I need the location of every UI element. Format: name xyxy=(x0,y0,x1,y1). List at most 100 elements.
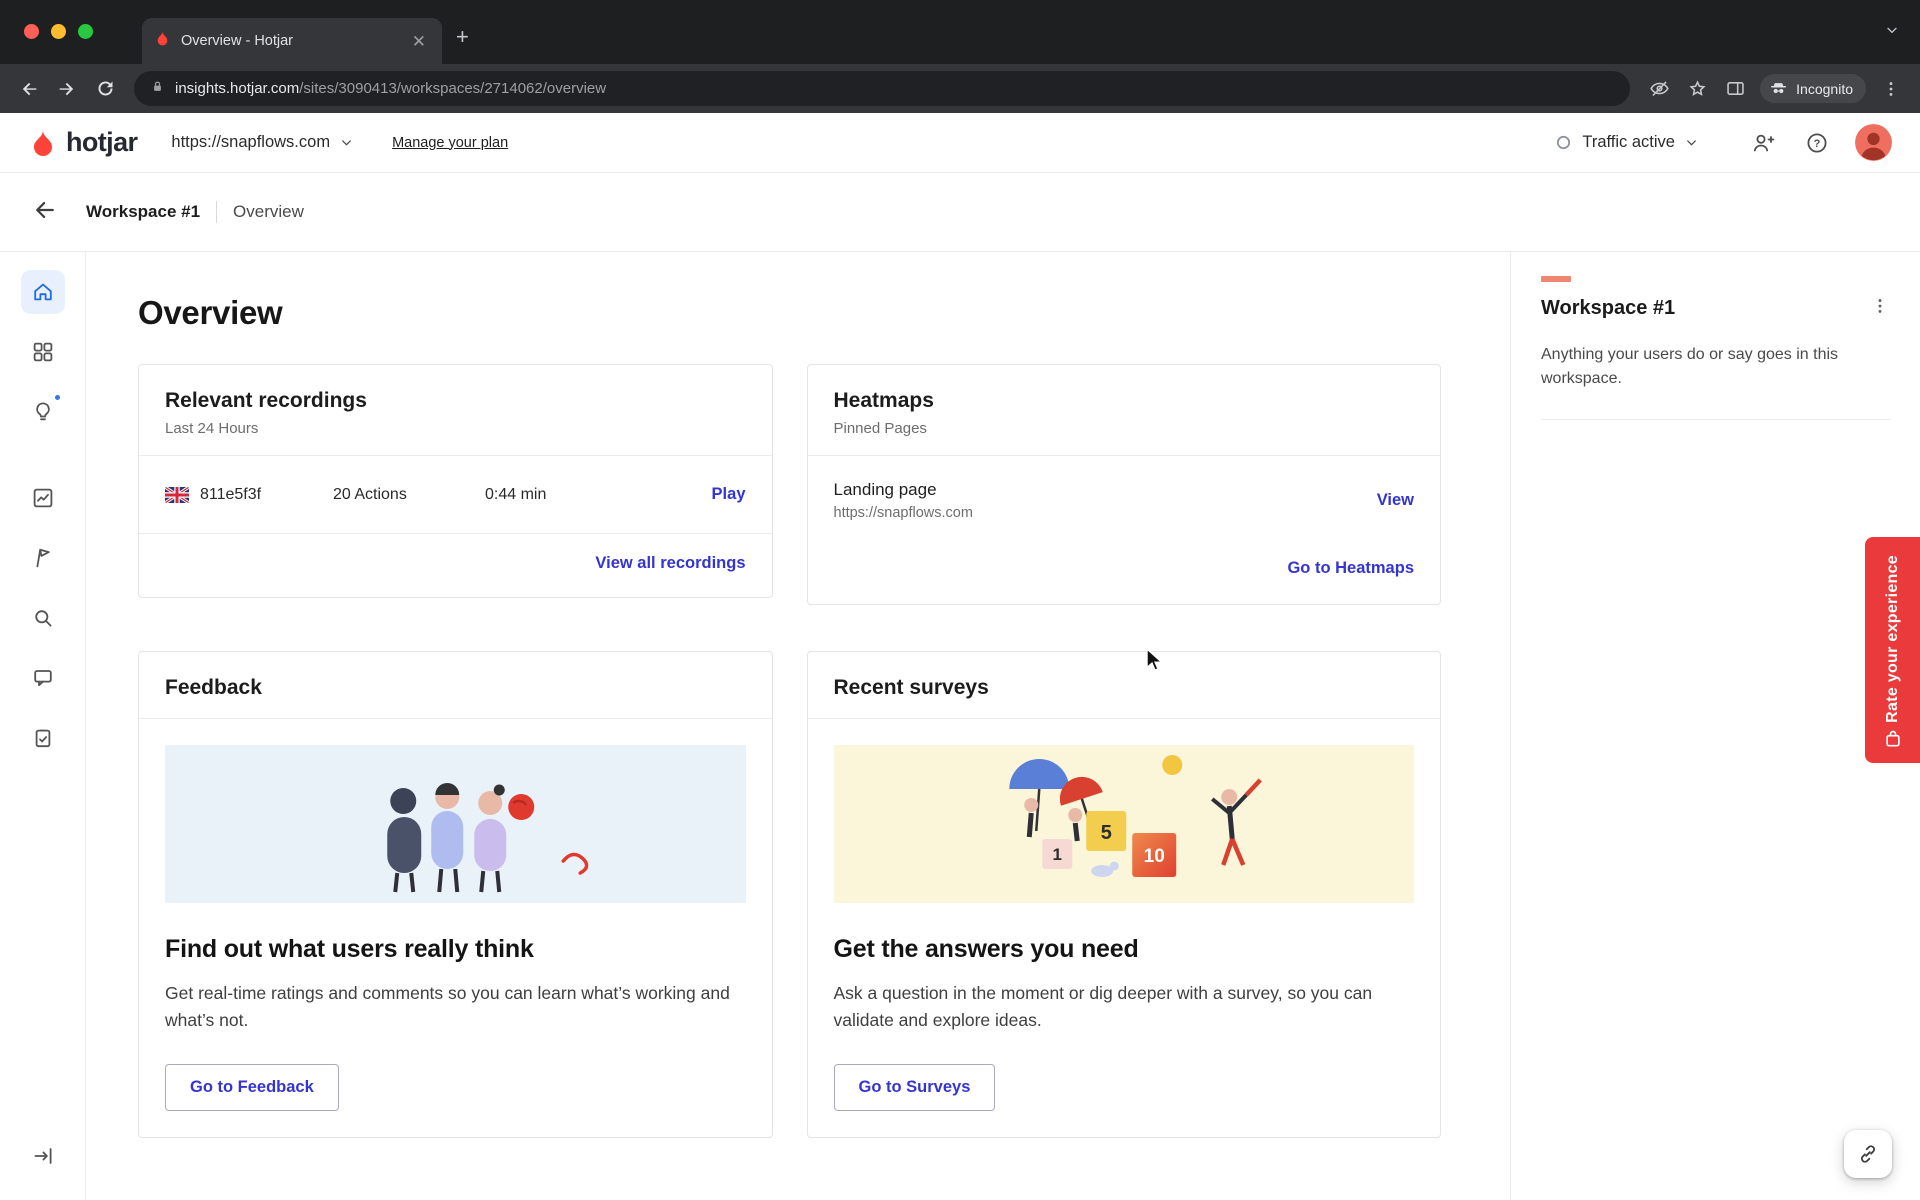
minimize-window-button[interactable] xyxy=(51,24,66,39)
new-tab-button[interactable]: + xyxy=(456,24,469,50)
lightbulb-icon xyxy=(31,400,55,424)
rate-experience-label: Rate your experience xyxy=(1884,555,1902,723)
survey-number-1: 1 xyxy=(1052,845,1061,864)
feedback-card: Feedback xyxy=(138,651,773,1138)
feedback-heading: Find out what users really think xyxy=(165,935,746,964)
bookmark-star-icon[interactable] xyxy=(1678,70,1716,108)
chevron-down-icon xyxy=(1684,135,1699,150)
heatmaps-card-subtitle: Pinned Pages xyxy=(834,420,1415,437)
sidebar-nav xyxy=(0,252,86,1200)
svg-text:?: ? xyxy=(1814,138,1821,150)
traffic-status-selector[interactable]: Traffic active xyxy=(1554,133,1699,152)
collapse-sidebar-icon[interactable] xyxy=(21,1134,65,1178)
maximize-window-button[interactable] xyxy=(78,24,93,39)
recordings-card-subtitle: Last 24 Hours xyxy=(165,420,746,437)
close-window-button[interactable] xyxy=(24,24,39,39)
breadcrumb-workspace[interactable]: Workspace #1 xyxy=(86,202,200,222)
manage-plan-link[interactable]: Manage your plan xyxy=(392,135,508,151)
workspace-description: Anything your users do or say goes in th… xyxy=(1541,343,1890,391)
recording-duration: 0:44 min xyxy=(485,486,712,504)
back-arrow-icon[interactable] xyxy=(32,197,58,228)
traffic-lights xyxy=(24,24,93,39)
address-bar[interactable]: insights.hotjar.com/sites/3090413/worksp… xyxy=(134,71,1630,106)
sidebar-item-heatmaps[interactable] xyxy=(21,596,65,640)
reload-icon[interactable] xyxy=(86,70,124,108)
floating-link-button[interactable] xyxy=(1844,1130,1892,1178)
invite-user-icon[interactable] xyxy=(1743,123,1783,163)
trends-chart-icon xyxy=(31,486,55,510)
traffic-status-label: Traffic active xyxy=(1582,133,1675,152)
surveys-card: Recent surveys xyxy=(807,651,1442,1138)
survey-number-10: 10 xyxy=(1143,846,1164,867)
page-title: Overview xyxy=(138,294,1441,332)
go-to-surveys-button[interactable]: Go to Surveys xyxy=(834,1064,996,1111)
forward-icon[interactable] xyxy=(48,70,86,108)
url-path: /sites/3090413/workspaces/2714062/overvi… xyxy=(299,80,606,97)
browser-window: Overview - Hotjar ✕ + insights.hotjar.co… xyxy=(0,0,1920,113)
url-host: insights.hotjar.com xyxy=(175,80,299,97)
hotjar-logo[interactable]: hotjar xyxy=(28,127,137,158)
avatar[interactable] xyxy=(1855,124,1892,161)
help-icon[interactable]: ? xyxy=(1797,123,1837,163)
funnels-flag-icon xyxy=(31,546,55,570)
incognito-spy-icon xyxy=(1769,79,1788,98)
link-icon xyxy=(1857,1143,1879,1165)
heatmaps-card-title: Heatmaps xyxy=(834,389,1415,413)
sidebar-item-trends[interactable] xyxy=(21,476,65,520)
home-icon xyxy=(31,280,55,304)
surveys-heading: Get the answers you need xyxy=(834,935,1415,964)
url-text: insights.hotjar.com/sites/3090413/worksp… xyxy=(175,80,606,98)
site-selector[interactable]: https://snapflows.com xyxy=(171,133,354,152)
workspace-menu-kebab-icon[interactable] xyxy=(1870,296,1890,321)
app-header: hotjar https://snapflows.com Manage your… xyxy=(0,113,1920,173)
shopping-bag-icon xyxy=(1883,729,1903,749)
surveys-card-title: Recent surveys xyxy=(834,676,1415,700)
panel-divider xyxy=(1541,419,1890,420)
clipboard-check-icon xyxy=(31,726,55,750)
hotjar-wordmark: hotjar xyxy=(66,127,137,158)
back-icon[interactable] xyxy=(10,70,48,108)
browser-toolbar: insights.hotjar.com/sites/3090413/worksp… xyxy=(0,64,1920,113)
browser-tab[interactable]: Overview - Hotjar ✕ xyxy=(142,18,442,64)
side-panel-icon[interactable] xyxy=(1716,70,1754,108)
play-recording-link[interactable]: Play xyxy=(712,485,746,504)
heatmap-page-name: Landing page xyxy=(834,480,973,500)
surveys-body-text: Ask a question in the moment or dig deep… xyxy=(834,980,1404,1034)
main-content: Overview Relevant recordings Last 24 Hou… xyxy=(86,252,1510,1200)
site-url: https://snapflows.com xyxy=(171,133,330,152)
go-to-heatmaps-link[interactable]: Go to Heatmaps xyxy=(1287,559,1414,577)
recordings-card-title: Relevant recordings xyxy=(165,389,746,413)
recording-row[interactable]: 811e5f3f 20 Actions 0:44 min Play xyxy=(139,456,772,534)
sidebar-item-funnels[interactable] xyxy=(21,536,65,580)
breadcrumb: Workspace #1 Overview xyxy=(0,173,1920,252)
view-all-recordings-link[interactable]: View all recordings xyxy=(595,554,745,572)
recording-id: 811e5f3f xyxy=(200,486,261,504)
feedback-illustration xyxy=(165,745,746,903)
go-to-feedback-button[interactable]: Go to Feedback xyxy=(165,1064,339,1111)
heatmap-page-row: Landing page https://snapflows.com View xyxy=(808,456,1441,529)
tab-search-chevron-icon[interactable] xyxy=(1884,22,1900,43)
heatmaps-card: Heatmaps Pinned Pages Landing page https… xyxy=(807,364,1442,605)
browser-menu-kebab-icon[interactable] xyxy=(1872,70,1910,108)
uk-flag-icon xyxy=(165,487,189,503)
view-heatmap-link[interactable]: View xyxy=(1377,491,1414,510)
speech-bubble-icon xyxy=(31,666,55,690)
sidebar-item-dashboards[interactable] xyxy=(21,330,65,374)
surveys-illustration: 1 5 10 xyxy=(834,745,1415,903)
lock-icon xyxy=(150,79,165,99)
tab-strip: Overview - Hotjar ✕ + xyxy=(0,0,1920,64)
workspace-panel: Workspace #1 Anything your users do or s… xyxy=(1510,252,1920,1200)
heatmap-page-url: https://snapflows.com xyxy=(834,505,973,521)
feedback-card-title: Feedback xyxy=(165,676,746,700)
tab-close-icon[interactable]: ✕ xyxy=(408,31,430,52)
eye-off-icon[interactable] xyxy=(1640,70,1678,108)
chevron-down-icon xyxy=(339,135,354,150)
magnifier-icon xyxy=(31,606,55,630)
sidebar-item-feedback[interactable] xyxy=(21,656,65,700)
sidebar-item-surveys[interactable] xyxy=(21,716,65,760)
sidebar-item-highlights[interactable] xyxy=(21,390,65,434)
hotjar-flame-icon xyxy=(28,128,58,158)
incognito-badge: Incognito xyxy=(1760,74,1866,103)
rate-experience-widget[interactable]: Rate your experience xyxy=(1865,537,1920,763)
sidebar-item-overview[interactable] xyxy=(21,270,65,314)
